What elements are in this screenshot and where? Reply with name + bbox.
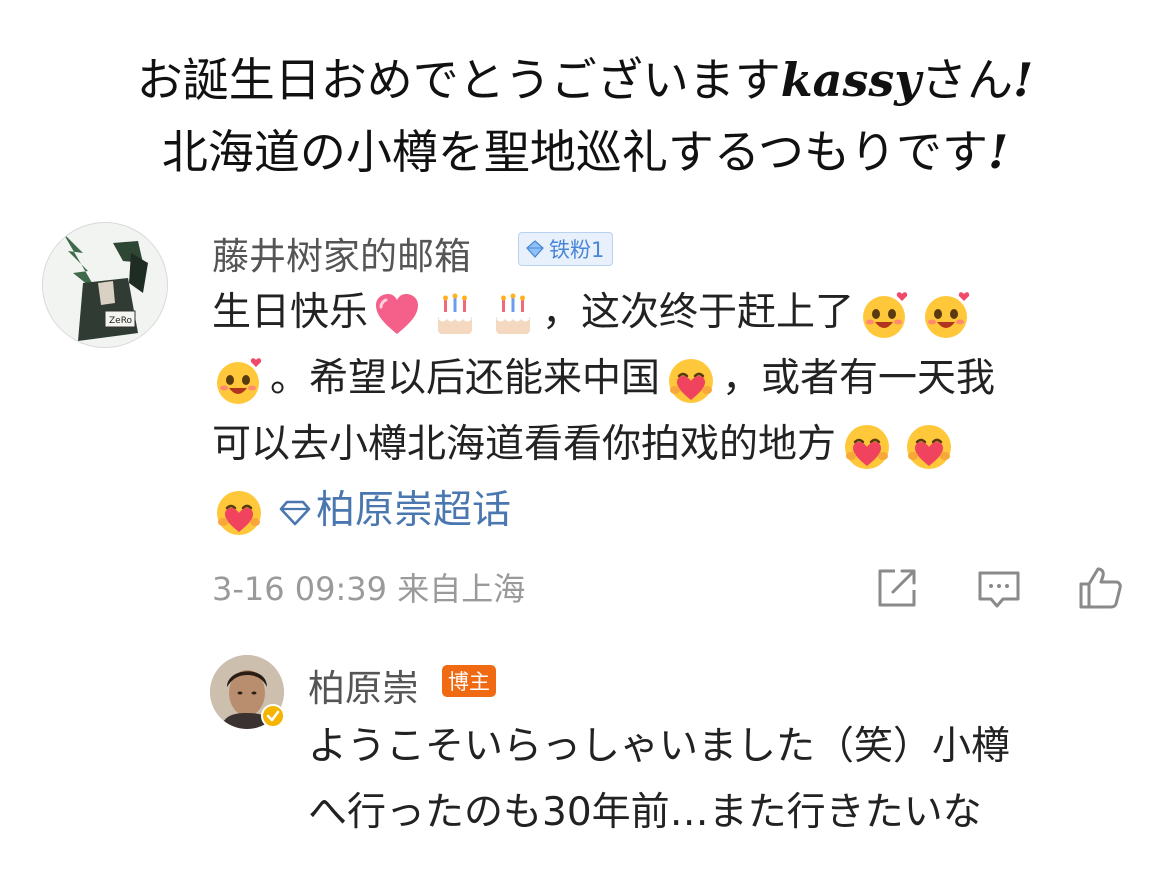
cake-emoji-icon bbox=[438, 293, 473, 334]
commenter-username[interactable]: 藤井树家的邮箱 bbox=[212, 226, 471, 280]
verified-badge-icon bbox=[261, 704, 285, 728]
check-icon bbox=[266, 710, 280, 722]
comment-text-2: ，这次终于赶上了 bbox=[542, 290, 855, 335]
love-face-emoji-icon-2 bbox=[925, 291, 970, 338]
comment-line-1: 生日快乐 ，这次终于赶上了 bbox=[212, 280, 1132, 346]
comment-text: 生日快乐 bbox=[212, 290, 369, 335]
caption-text: お誕生日おめでとうございます bbox=[136, 53, 781, 107]
fan-level-badge[interactable]: 铁粉1 bbox=[518, 232, 614, 266]
comment-text-5: 可以去小樽北海道看看你拍戏的地方 bbox=[212, 422, 837, 467]
comment-location: 来自上海 bbox=[397, 570, 526, 608]
comment-text-3: 。希望以后还能来中国 bbox=[270, 356, 661, 401]
hug-heart-emoji-icon-3 bbox=[907, 424, 952, 469]
diamond-icon bbox=[526, 240, 544, 258]
caption-line-1: お誕生日おめでとうございますkassyさん! bbox=[0, 44, 1170, 116]
share-icon[interactable] bbox=[873, 564, 921, 612]
comment-icon[interactable] bbox=[975, 564, 1023, 612]
reply-author-username[interactable]: 柏原崇 bbox=[308, 658, 419, 712]
love-face-emoji-icon-3 bbox=[217, 357, 262, 404]
like-icon[interactable] bbox=[1076, 564, 1124, 612]
super-topic-diamond-icon bbox=[279, 500, 311, 525]
caption-name: kassy bbox=[780, 53, 921, 107]
comment-timestamp: 3-16 09:39 bbox=[212, 570, 388, 608]
cake-emoji-icon-2 bbox=[496, 293, 531, 334]
host-badge: 博主 bbox=[442, 665, 496, 697]
reply-body: ようこそいらっしゃいました（笑）小樽 へ行ったのも30年前…また行きたいな bbox=[308, 714, 1148, 846]
hug-heart-emoji-icon bbox=[669, 358, 714, 403]
avatar-illustration-icon: ZeRo bbox=[43, 223, 167, 347]
heart-emoji-icon bbox=[376, 293, 419, 334]
comment-text-4: ，或者有一天我 bbox=[722, 356, 996, 401]
comment-meta: 3-16 09:39 来自上海 bbox=[212, 564, 525, 610]
post-caption: お誕生日おめでとうございますkassyさん! 北海道の小樽を聖地巡礼するつもりで… bbox=[0, 44, 1170, 188]
caption-exclamation: ! bbox=[1013, 53, 1034, 107]
caption-line-2: 北海道の小樽を聖地巡礼するつもりです! bbox=[0, 116, 1170, 188]
love-face-emoji-icon bbox=[863, 291, 908, 338]
caption-exclamation-2: ! bbox=[987, 125, 1009, 179]
hug-heart-emoji-icon-4 bbox=[217, 490, 261, 535]
super-topic-label: 柏原崇超话 bbox=[316, 488, 512, 533]
svg-text:ZeRo: ZeRo bbox=[109, 316, 133, 326]
comment-body: 生日快乐 ，这次终于赶上了 。希望以后还能来中国 ，或者有一天我 可以去小樽北海… bbox=[212, 280, 1132, 544]
comment-line-2: 。希望以后还能来中国 ，或者有一天我 bbox=[212, 346, 1132, 412]
commenter-avatar[interactable]: ZeRo bbox=[42, 222, 168, 348]
fan-badge-label: 铁粉1 bbox=[549, 238, 605, 262]
caption-honorific: さん bbox=[921, 53, 1013, 107]
comment-line-3: 可以去小樽北海道看看你拍戏的地方 bbox=[212, 412, 1132, 478]
reply-line-1: ようこそいらっしゃいました（笑）小樽 bbox=[308, 724, 1011, 769]
caption-text-2: 北海道の小樽を聖地巡礼するつもりです bbox=[161, 125, 988, 179]
comment-line-4: 柏原崇超话 bbox=[212, 478, 1132, 544]
reply-line-2: へ行ったのも30年前…また行きたいな bbox=[308, 790, 982, 835]
hug-heart-emoji-icon-2 bbox=[845, 424, 890, 469]
super-topic-link[interactable]: 柏原崇超话 bbox=[270, 488, 511, 533]
